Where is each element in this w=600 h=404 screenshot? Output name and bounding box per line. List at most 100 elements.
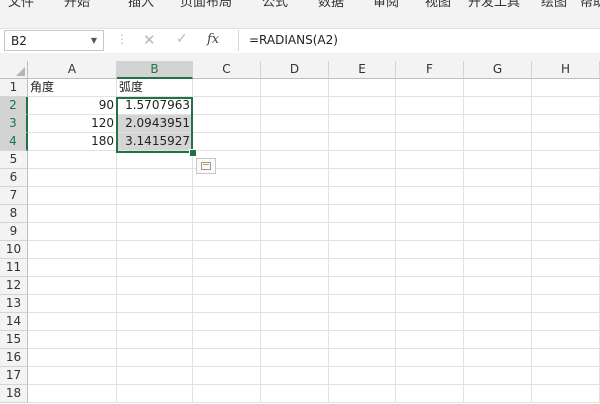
cell-e5[interactable] bbox=[329, 151, 396, 169]
cell-f17[interactable] bbox=[396, 367, 464, 385]
cell-a18[interactable] bbox=[28, 385, 117, 403]
cell-a3[interactable]: 120 bbox=[28, 115, 117, 133]
cell-g12[interactable] bbox=[464, 277, 532, 295]
cell-f8[interactable] bbox=[396, 205, 464, 223]
cell-h7[interactable] bbox=[532, 187, 600, 205]
cell-a10[interactable] bbox=[28, 241, 117, 259]
cell-g17[interactable] bbox=[464, 367, 532, 385]
cell-e9[interactable] bbox=[329, 223, 396, 241]
row-header-12[interactable]: 12 bbox=[0, 277, 28, 295]
cell-d18[interactable] bbox=[261, 385, 329, 403]
formula-input[interactable]: =RADIANS(A2) bbox=[238, 30, 600, 51]
spreadsheet-grid[interactable]: A B C D E F G H 1 2 3 4 5 6 7 8 9 10 11 … bbox=[0, 61, 600, 404]
cell-f14[interactable] bbox=[396, 313, 464, 331]
cell-e8[interactable] bbox=[329, 205, 396, 223]
cell-f7[interactable] bbox=[396, 187, 464, 205]
row-header-10[interactable]: 10 bbox=[0, 241, 28, 259]
cell-e4[interactable] bbox=[329, 133, 396, 151]
cell-c14[interactable] bbox=[193, 313, 261, 331]
cell-d5[interactable] bbox=[261, 151, 329, 169]
row-header-17[interactable]: 17 bbox=[0, 367, 28, 385]
cell-h9[interactable] bbox=[532, 223, 600, 241]
row-header-8[interactable]: 8 bbox=[0, 205, 28, 223]
cell-c1[interactable] bbox=[193, 79, 261, 97]
cell-d15[interactable] bbox=[261, 331, 329, 349]
chevron-down-icon[interactable]: ▼ bbox=[91, 36, 97, 45]
cell-c10[interactable] bbox=[193, 241, 261, 259]
name-box[interactable]: B2 ▼ bbox=[4, 30, 104, 51]
cell-h18[interactable] bbox=[532, 385, 600, 403]
cell-g7[interactable] bbox=[464, 187, 532, 205]
cell-h6[interactable] bbox=[532, 169, 600, 187]
cell-a17[interactable] bbox=[28, 367, 117, 385]
cell-d13[interactable] bbox=[261, 295, 329, 313]
cell-h3[interactable] bbox=[532, 115, 600, 133]
cell-e6[interactable] bbox=[329, 169, 396, 187]
cell-d14[interactable] bbox=[261, 313, 329, 331]
cell-e10[interactable] bbox=[329, 241, 396, 259]
cell-b16[interactable] bbox=[117, 349, 193, 367]
cell-g16[interactable] bbox=[464, 349, 532, 367]
cell-c11[interactable] bbox=[193, 259, 261, 277]
cell-a8[interactable] bbox=[28, 205, 117, 223]
cell-g2[interactable] bbox=[464, 97, 532, 115]
cell-e15[interactable] bbox=[329, 331, 396, 349]
cell-e7[interactable] bbox=[329, 187, 396, 205]
cell-f5[interactable] bbox=[396, 151, 464, 169]
row-header-4[interactable]: 4 bbox=[0, 133, 28, 151]
cell-c15[interactable] bbox=[193, 331, 261, 349]
cell-b13[interactable] bbox=[117, 295, 193, 313]
cell-h10[interactable] bbox=[532, 241, 600, 259]
cell-d10[interactable] bbox=[261, 241, 329, 259]
tab-page-layout[interactable]: 页面布局 bbox=[180, 0, 232, 10]
column-header-f[interactable]: F bbox=[396, 61, 464, 79]
cell-h8[interactable] bbox=[532, 205, 600, 223]
cell-d7[interactable] bbox=[261, 187, 329, 205]
cell-g15[interactable] bbox=[464, 331, 532, 349]
cell-f13[interactable] bbox=[396, 295, 464, 313]
cell-b3[interactable]: 2.0943951 bbox=[117, 115, 193, 133]
cell-h17[interactable] bbox=[532, 367, 600, 385]
quick-analysis-button[interactable] bbox=[196, 158, 216, 174]
cell-a4[interactable]: 180 bbox=[28, 133, 117, 151]
cell-e1[interactable] bbox=[329, 79, 396, 97]
row-header-18[interactable]: 18 bbox=[0, 385, 28, 403]
row-header-13[interactable]: 13 bbox=[0, 295, 28, 313]
cell-a13[interactable] bbox=[28, 295, 117, 313]
cell-a16[interactable] bbox=[28, 349, 117, 367]
cell-b10[interactable] bbox=[117, 241, 193, 259]
cell-g1[interactable] bbox=[464, 79, 532, 97]
cell-b2[interactable]: 1.5707963 bbox=[117, 97, 193, 115]
cell-h4[interactable] bbox=[532, 133, 600, 151]
cell-b11[interactable] bbox=[117, 259, 193, 277]
row-header-11[interactable]: 11 bbox=[0, 259, 28, 277]
fill-handle[interactable] bbox=[189, 149, 197, 157]
row-header-7[interactable]: 7 bbox=[0, 187, 28, 205]
cell-c7[interactable] bbox=[193, 187, 261, 205]
cell-b15[interactable] bbox=[117, 331, 193, 349]
cell-c2[interactable] bbox=[193, 97, 261, 115]
cell-f12[interactable] bbox=[396, 277, 464, 295]
cell-h15[interactable] bbox=[532, 331, 600, 349]
cell-d6[interactable] bbox=[261, 169, 329, 187]
cell-d16[interactable] bbox=[261, 349, 329, 367]
cell-d12[interactable] bbox=[261, 277, 329, 295]
row-header-2[interactable]: 2 bbox=[0, 97, 28, 115]
column-header-h[interactable]: H bbox=[532, 61, 600, 79]
cell-a14[interactable] bbox=[28, 313, 117, 331]
cell-g10[interactable] bbox=[464, 241, 532, 259]
tab-data[interactable]: 数据 bbox=[318, 0, 344, 10]
cell-d3[interactable] bbox=[261, 115, 329, 133]
cell-e17[interactable] bbox=[329, 367, 396, 385]
column-header-b[interactable]: B bbox=[117, 61, 193, 79]
cell-h2[interactable] bbox=[532, 97, 600, 115]
cell-f15[interactable] bbox=[396, 331, 464, 349]
row-header-3[interactable]: 3 bbox=[0, 115, 28, 133]
cell-d17[interactable] bbox=[261, 367, 329, 385]
row-header-16[interactable]: 16 bbox=[0, 349, 28, 367]
cell-e16[interactable] bbox=[329, 349, 396, 367]
cell-f6[interactable] bbox=[396, 169, 464, 187]
tab-formulas[interactable]: 公式 bbox=[262, 0, 288, 10]
cell-g13[interactable] bbox=[464, 295, 532, 313]
cell-g5[interactable] bbox=[464, 151, 532, 169]
